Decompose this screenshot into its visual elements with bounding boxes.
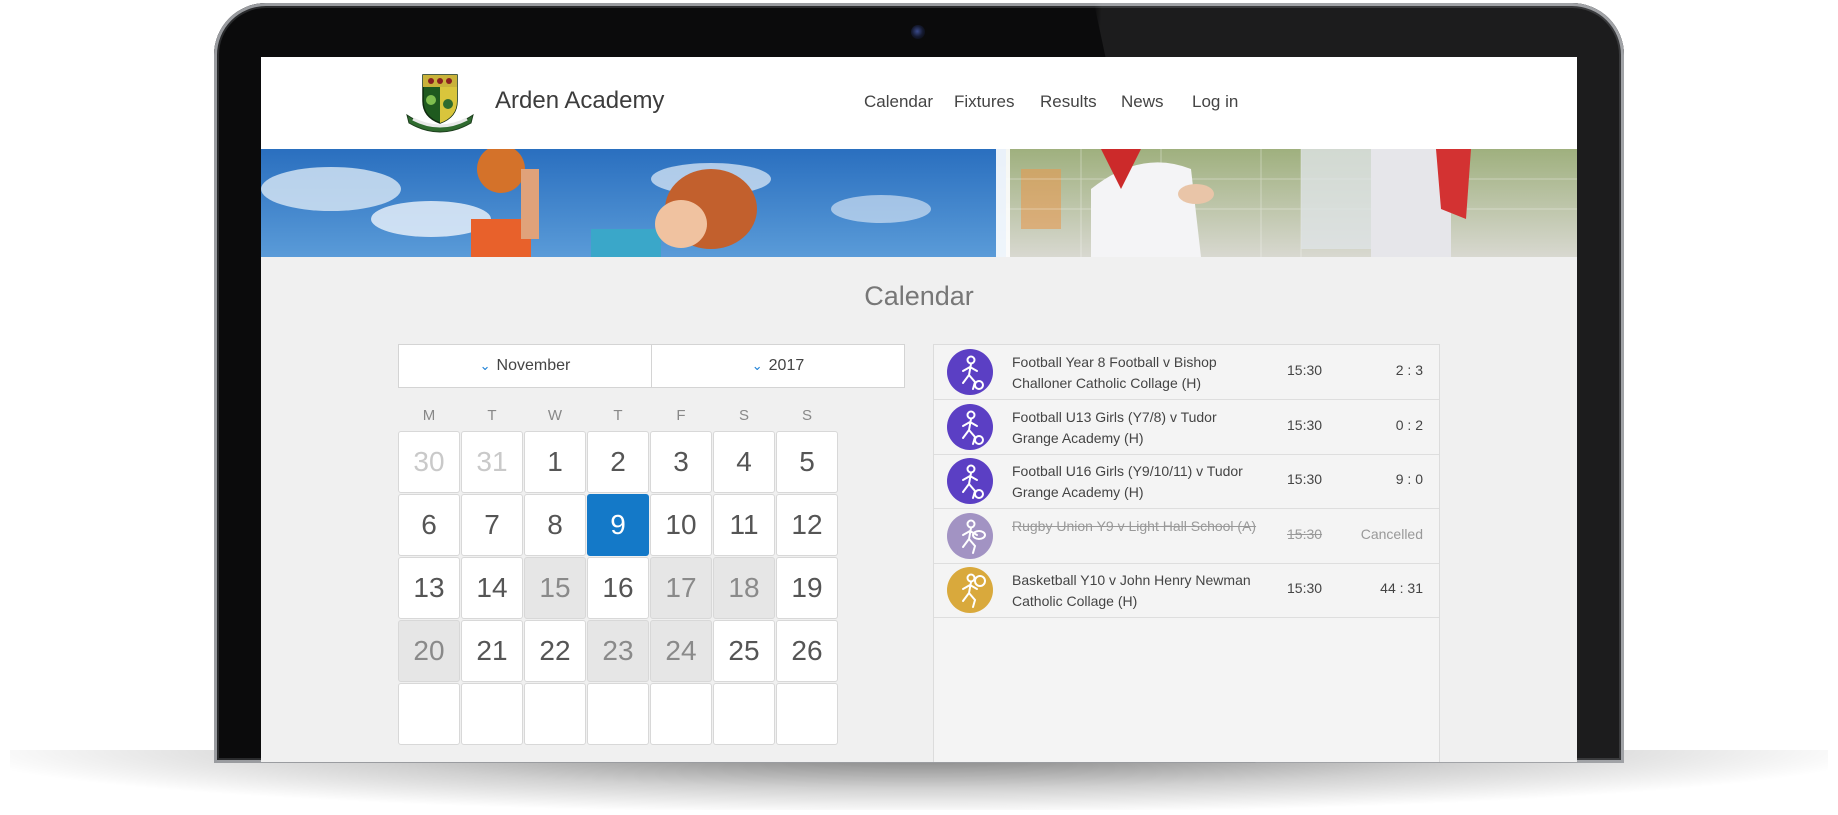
chevron-down-icon: ⌄ xyxy=(751,358,763,373)
calendar-day[interactable]: 9 xyxy=(587,494,649,556)
camera-icon xyxy=(911,25,925,39)
fixtures-list: Football Year 8 Football v Bishop Challo… xyxy=(933,344,1440,762)
calendar-day[interactable]: 2 xyxy=(587,431,649,493)
fixture-title: Football Year 8 Football v Bishop Challo… xyxy=(1012,354,1217,391)
fixture-score: 9 : 0 xyxy=(1395,471,1423,488)
calendar-day[interactable] xyxy=(776,683,838,745)
football-icon xyxy=(947,403,993,450)
fixture-score: 44 : 31 xyxy=(1380,580,1423,597)
fixture-row[interactable]: Football Year 8 Football v Bishop Challo… xyxy=(934,345,1439,400)
fixture-title: Football U13 Girls (Y7/8) v Tudor Grange… xyxy=(1012,408,1217,446)
calendar-day[interactable]: 14 xyxy=(461,557,523,619)
calendar-day[interactable]: 26 xyxy=(776,620,838,682)
calendar-day[interactable]: 5 xyxy=(776,431,838,493)
calendar-day[interactable]: 15 xyxy=(524,557,586,619)
weekday-header: S xyxy=(801,407,812,424)
calendar-day[interactable]: 22 xyxy=(524,620,586,682)
weekday-header: W xyxy=(547,407,563,424)
weekday-header: F xyxy=(676,407,686,424)
rugby-icon xyxy=(947,512,993,559)
fixture-score: 2 : 3 xyxy=(1395,362,1423,378)
main-nav: Calendar Fixtures Results News Log in xyxy=(261,92,1577,122)
fixture-row[interactable]: Football U16 Girls (Y9/10/11) v Tudor Gr… xyxy=(934,454,1439,510)
calendar-day[interactable]: 30 xyxy=(398,431,460,493)
calendar-day[interactable] xyxy=(398,683,460,745)
fixture-time: 15:30 xyxy=(1287,525,1323,542)
fixture-status: Cancelled xyxy=(1360,525,1423,542)
calendar-day[interactable]: 6 xyxy=(398,494,460,556)
nav-news[interactable]: News xyxy=(1121,92,1164,112)
fixture-row[interactable]: Rugby Union Y9 v Light Hall School (A) 15… xyxy=(934,509,1439,564)
calendar-day[interactable]: 17 xyxy=(650,557,712,619)
calendar-day[interactable]: 24 xyxy=(650,620,712,682)
calendar-day[interactable]: 13 xyxy=(398,557,460,619)
basketball-icon xyxy=(947,567,993,614)
calendar-day[interactable] xyxy=(461,683,523,745)
chevron-down-icon: ⌄ xyxy=(479,358,491,373)
calendar-day[interactable]: 21 xyxy=(461,620,523,682)
football-icon xyxy=(947,458,993,505)
month-year-selector: ⌄ November ⌄ 2017 xyxy=(398,344,905,388)
calendar-day[interactable]: 7 xyxy=(461,494,523,556)
page-title: Calendar xyxy=(864,281,974,311)
calendar-day[interactable]: 16 xyxy=(587,557,649,619)
calendar-day[interactable]: 23 xyxy=(587,620,649,682)
calendar-day[interactable] xyxy=(713,683,775,745)
calendar-day[interactable] xyxy=(524,683,586,745)
weekday-header: S xyxy=(738,407,749,424)
year-select[interactable]: ⌄ 2017 xyxy=(651,345,904,387)
calendar-day[interactable]: 8 xyxy=(524,494,586,556)
calendar-day[interactable]: 12 xyxy=(776,494,838,556)
calendar-day[interactable]: 4 xyxy=(713,431,775,493)
fixture-title: Basketball Y10 v John Henry Newman Catho… xyxy=(1012,572,1251,610)
calendar-day[interactable]: 18 xyxy=(713,557,775,619)
calendar-day[interactable]: 1 xyxy=(524,431,586,493)
nav-results[interactable]: Results xyxy=(1040,92,1097,112)
calendar-day[interactable]: 11 xyxy=(713,494,775,556)
football-icon xyxy=(947,349,993,395)
month-select-value: November xyxy=(496,357,571,374)
fixture-time: 15:30 xyxy=(1287,580,1323,597)
fixture-time: 15:30 xyxy=(1287,362,1323,378)
fixture-score: 0 : 2 xyxy=(1395,416,1423,433)
month-select[interactable]: ⌄ November xyxy=(399,345,651,387)
calendar-day[interactable]: 3 xyxy=(650,431,712,493)
nav-calendar[interactable]: Calendar xyxy=(864,92,933,112)
screen: Arden Academy Calendar Fixtures Results … xyxy=(261,57,1577,762)
calendar-day[interactable] xyxy=(650,683,712,745)
fixture-row[interactable]: Basketball Y10 v John Henry Newman Catho… xyxy=(934,563,1439,619)
weekday-header: T xyxy=(613,407,623,424)
calendar-day[interactable] xyxy=(587,683,649,745)
weekday-header: T xyxy=(487,407,497,424)
year-select-value: 2017 xyxy=(768,357,805,374)
calendar-day[interactable]: 31 xyxy=(461,431,523,493)
fixture-row[interactable]: Football U13 Girls (Y7/8) v Tudor Grange… xyxy=(934,400,1439,455)
calendar-day[interactable]: 10 xyxy=(650,494,712,556)
fixture-title: Football U16 Girls (Y9/10/11) v Tudor Gr… xyxy=(1012,463,1243,501)
nav-fixtures[interactable]: Fixtures xyxy=(954,92,1014,112)
calendar-day[interactable]: 20 xyxy=(398,620,460,682)
site-header: Arden Academy Calendar Fixtures Results … xyxy=(261,57,1577,149)
calendar-day[interactable]: 19 xyxy=(776,557,838,619)
calendar-day[interactable]: 25 xyxy=(713,620,775,682)
fixture-title: Rugby Union Y9 v Light Hall School (A) xyxy=(1012,517,1257,534)
fixture-time: 15:30 xyxy=(1287,416,1323,433)
fixture-time: 15:30 xyxy=(1287,471,1323,488)
weekday-header: M xyxy=(422,407,436,424)
nav-login[interactable]: Log in xyxy=(1192,92,1238,112)
hero-banner-image xyxy=(261,149,1577,257)
